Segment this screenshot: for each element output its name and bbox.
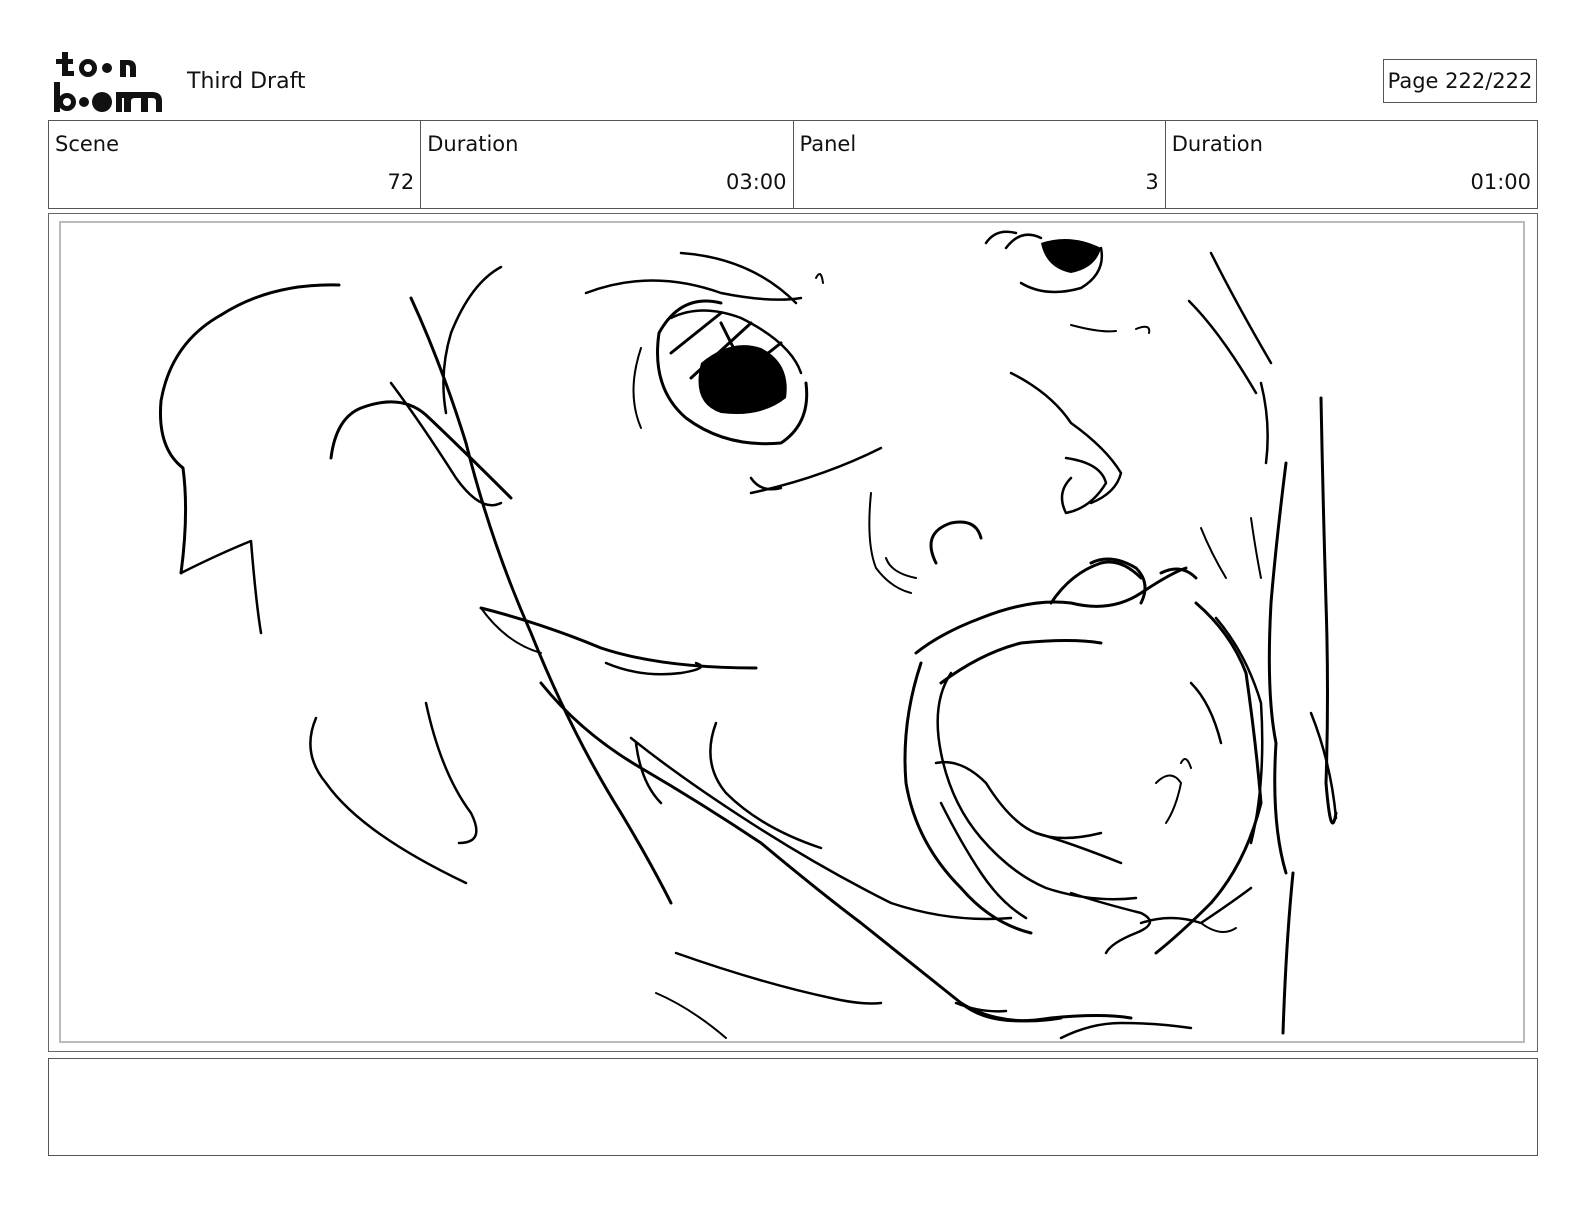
page-number-label: Page 222/222 [1383, 59, 1537, 103]
panel-value: 3 [1145, 170, 1159, 194]
panel-frame [59, 221, 1525, 1043]
storyboard-panel [48, 213, 1538, 1052]
scene-duration-label: Duration [427, 132, 519, 156]
toon-boom-logo [52, 52, 164, 112]
panel-duration-value: 01:00 [1470, 170, 1531, 194]
draft-title: Third Draft [187, 69, 306, 94]
panel-duration-label: Duration [1171, 132, 1263, 156]
panel-notes-box [48, 1058, 1538, 1156]
scene-value: 72 [387, 170, 415, 194]
scene-cell: Scene 72 [49, 121, 420, 208]
panel-sketch-image [158, 230, 1338, 1040]
panel-label: Panel [799, 132, 857, 156]
panel-duration-cell: Duration 01:00 [1164, 121, 1537, 208]
scene-duration-cell: Duration 03:00 [420, 121, 792, 208]
scene-duration-value: 03:00 [725, 170, 787, 194]
panel-cell: Panel 3 [792, 121, 1165, 208]
scene-label: Scene [55, 132, 120, 156]
scene-info-table: Scene 72 Duration 03:00 Panel 3 Duration… [48, 120, 1538, 209]
